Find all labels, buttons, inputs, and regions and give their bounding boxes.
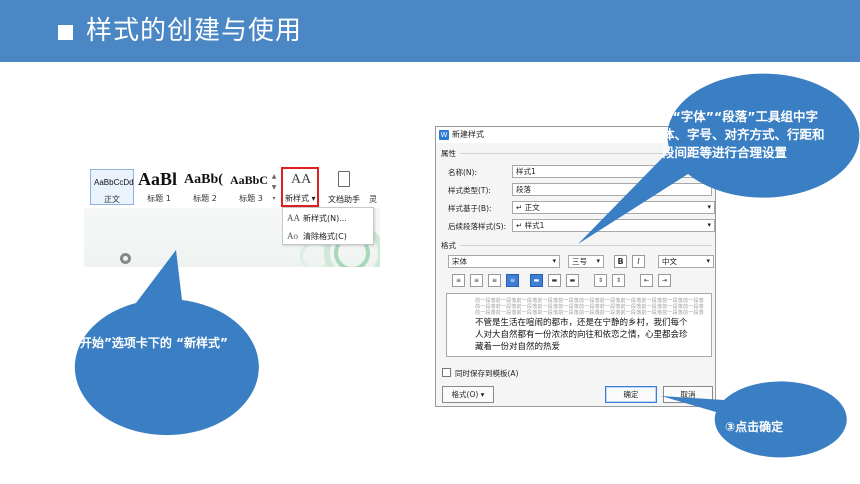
callout-text-step3: ③点击确定 — [725, 420, 784, 434]
callout-bubbles — [74, 73, 860, 458]
callout-text-step1: ①在“开始”选项卡下的 “新样式” — [50, 336, 228, 350]
callout-text-step2: ②“字体”“段落”工具组中字体、字号、对齐方式、行距和段间距等进行合理设置 — [662, 109, 825, 160]
